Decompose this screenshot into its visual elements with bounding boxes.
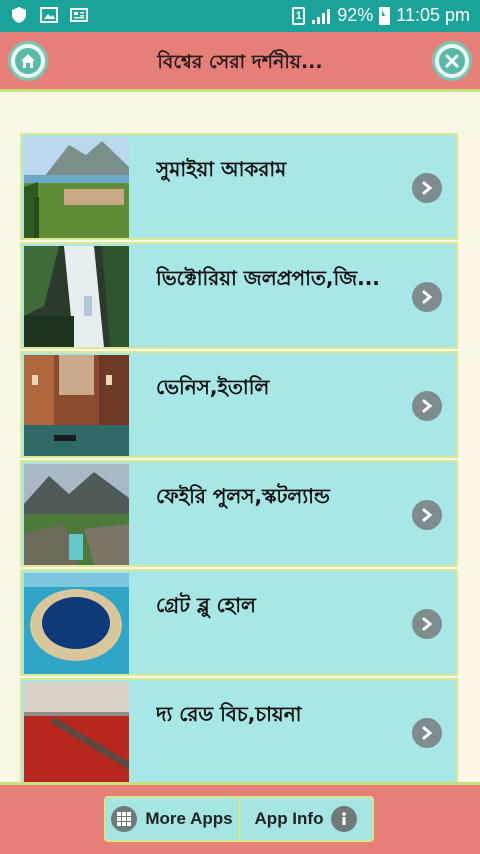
place-title: ভিক্টোরিয়া জলপ্রপাত,জি...: [156, 266, 380, 290]
home-button[interactable]: [8, 41, 48, 81]
place-title: সুমাইয়া আকরাম: [156, 157, 287, 181]
close-icon: [445, 54, 459, 68]
app-header: বিশ্বের সেরা দর্শনীয়...: [0, 32, 480, 92]
list-item[interactable]: ভিক্টোরিয়া জলপ্রপাত,জি...: [20, 242, 458, 349]
notification-icons: [10, 6, 88, 24]
list-item[interactable]: দ্য রেড বিচ,চায়না: [20, 678, 458, 783]
place-thumbnail: [24, 355, 129, 456]
chevron-right-icon[interactable]: [412, 391, 442, 421]
place-title: ভেনিস,ইতালি: [156, 375, 270, 399]
chevron-right-icon[interactable]: [412, 609, 442, 639]
page-title: বিশ্বের সেরা দর্শনীয়...: [157, 51, 323, 73]
status-indicators: 1 92% 11:05 pm: [292, 5, 470, 26]
sim-slot-icon: 1: [292, 6, 306, 25]
list-item[interactable]: গ্রেট ব্লু হোল: [20, 569, 458, 676]
status-bar: 1 92% 11:05 pm: [0, 0, 480, 32]
chevron-right-icon[interactable]: [412, 173, 442, 203]
place-title: ফেইরি পুলস,স্কটল্যান্ড: [156, 484, 330, 508]
app-info-label: App Info: [254, 809, 324, 828]
place-thumbnail: [24, 682, 129, 783]
bottom-button-group: More Apps App Info: [104, 796, 374, 842]
list-item[interactable]: ফেইরি পুলস,স্কটল্যান্ড: [20, 460, 458, 567]
place-title: দ্য রেড বিচ,চায়না: [156, 702, 302, 726]
bottom-bar: More Apps App Info: [0, 782, 480, 854]
signal-icon: [312, 8, 331, 24]
app-info-button[interactable]: App Info: [238, 798, 372, 840]
place-thumbnail: [24, 137, 129, 238]
place-title: গ্রেট ব্লু হোল: [156, 593, 256, 617]
clock: 11:05 pm: [396, 5, 470, 25]
gallery-icon: [40, 7, 58, 23]
places-list: সুমাইয়া আকরাম ভিক্টোরিয়া জলপ্রপাত,জি..…: [20, 133, 458, 783]
chevron-right-icon[interactable]: [412, 282, 442, 312]
grid-icon: [111, 806, 138, 832]
battery-icon: [379, 6, 391, 25]
newspaper-icon: [70, 8, 88, 22]
shield-icon: [12, 7, 26, 23]
close-button[interactable]: [432, 41, 472, 81]
place-thumbnail: [24, 573, 129, 674]
list-item[interactable]: সুমাইয়া আকরাম: [20, 133, 458, 240]
list-item[interactable]: ভেনিস,ইতালি: [20, 351, 458, 458]
info-icon: [331, 806, 358, 832]
place-thumbnail: [24, 464, 129, 565]
more-apps-button[interactable]: More Apps: [106, 798, 238, 840]
chevron-right-icon[interactable]: [412, 500, 442, 530]
battery-percent: 92%: [337, 5, 374, 25]
chevron-right-icon[interactable]: [412, 718, 442, 748]
more-apps-label: More Apps: [145, 809, 233, 828]
home-icon: [21, 54, 35, 68]
place-thumbnail: [24, 246, 129, 347]
